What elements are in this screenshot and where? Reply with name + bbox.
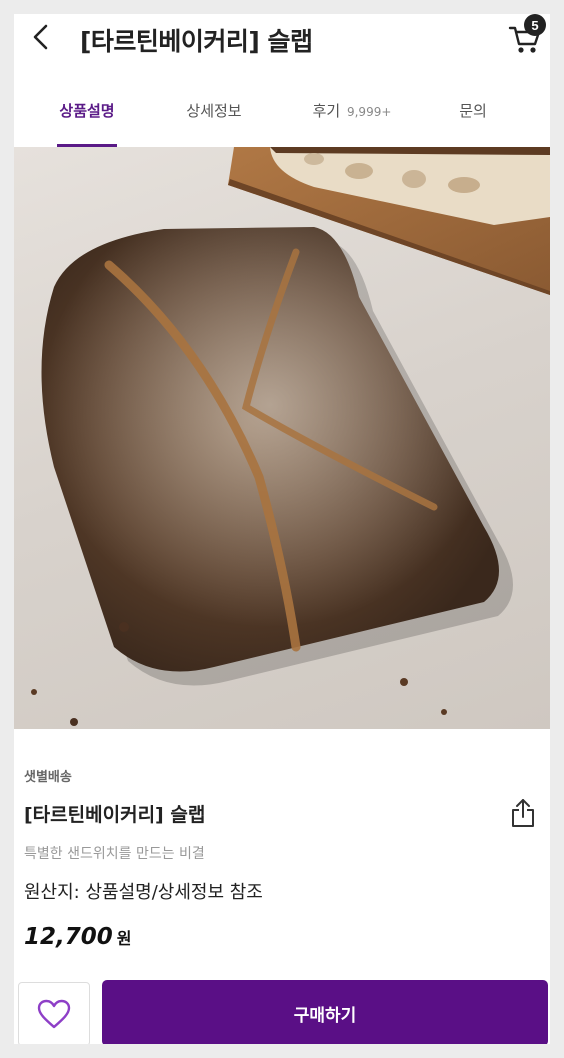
product-name: [타르틴베이커리] 슬랩 [24, 804, 206, 826]
tab-inquiry[interactable]: 문의 [438, 100, 508, 148]
tab-reviews-label: 후기 [312, 102, 341, 120]
cart-count-badge: 5 [524, 14, 546, 36]
buy-button[interactable]: 구매하기 [102, 980, 548, 1044]
app-screen: [타르틴베이커리] 슬랩 5 상품설명 상세정보 후기 9,999+ 문의 샛별… [14, 14, 550, 1044]
wishlist-button[interactable] [18, 982, 90, 1044]
tab-bar: 상품설명 상세정보 후기 9,999+ 문의 [14, 100, 550, 148]
product-image [14, 147, 550, 729]
tab-description-label: 상품설명 [59, 102, 115, 120]
tab-description[interactable]: 상품설명 [47, 100, 127, 148]
bread-photo [31, 147, 550, 726]
share-button[interactable] [510, 798, 536, 828]
tab-reviews[interactable]: 후기 9,999+ [297, 100, 407, 148]
page-title: [타르틴베이커리] 슬랩 [80, 27, 313, 56]
price-value: 12,700 [24, 924, 113, 950]
tab-details[interactable]: 상세정보 [174, 100, 254, 148]
tab-details-label: 상세정보 [186, 102, 242, 120]
price-currency: 원 [116, 929, 132, 948]
back-button[interactable] [28, 24, 54, 50]
price: 12,700 원 [24, 924, 132, 950]
origin-info: 원산지: 상품설명/상세정보 참조 [24, 882, 263, 903]
heart-icon [37, 999, 71, 1029]
tab-reviews-count: 9,999+ [346, 105, 392, 119]
delivery-type: 샛별배송 [24, 770, 72, 785]
product-subtitle: 특별한 샌드위치를 만드는 비결 [24, 846, 205, 862]
tab-inquiry-label: 문의 [459, 102, 487, 120]
chevron-left-icon [33, 24, 48, 50]
share-icon [512, 799, 534, 827]
top-bar: [타르틴베이커리] 슬랩 5 [14, 14, 550, 74]
